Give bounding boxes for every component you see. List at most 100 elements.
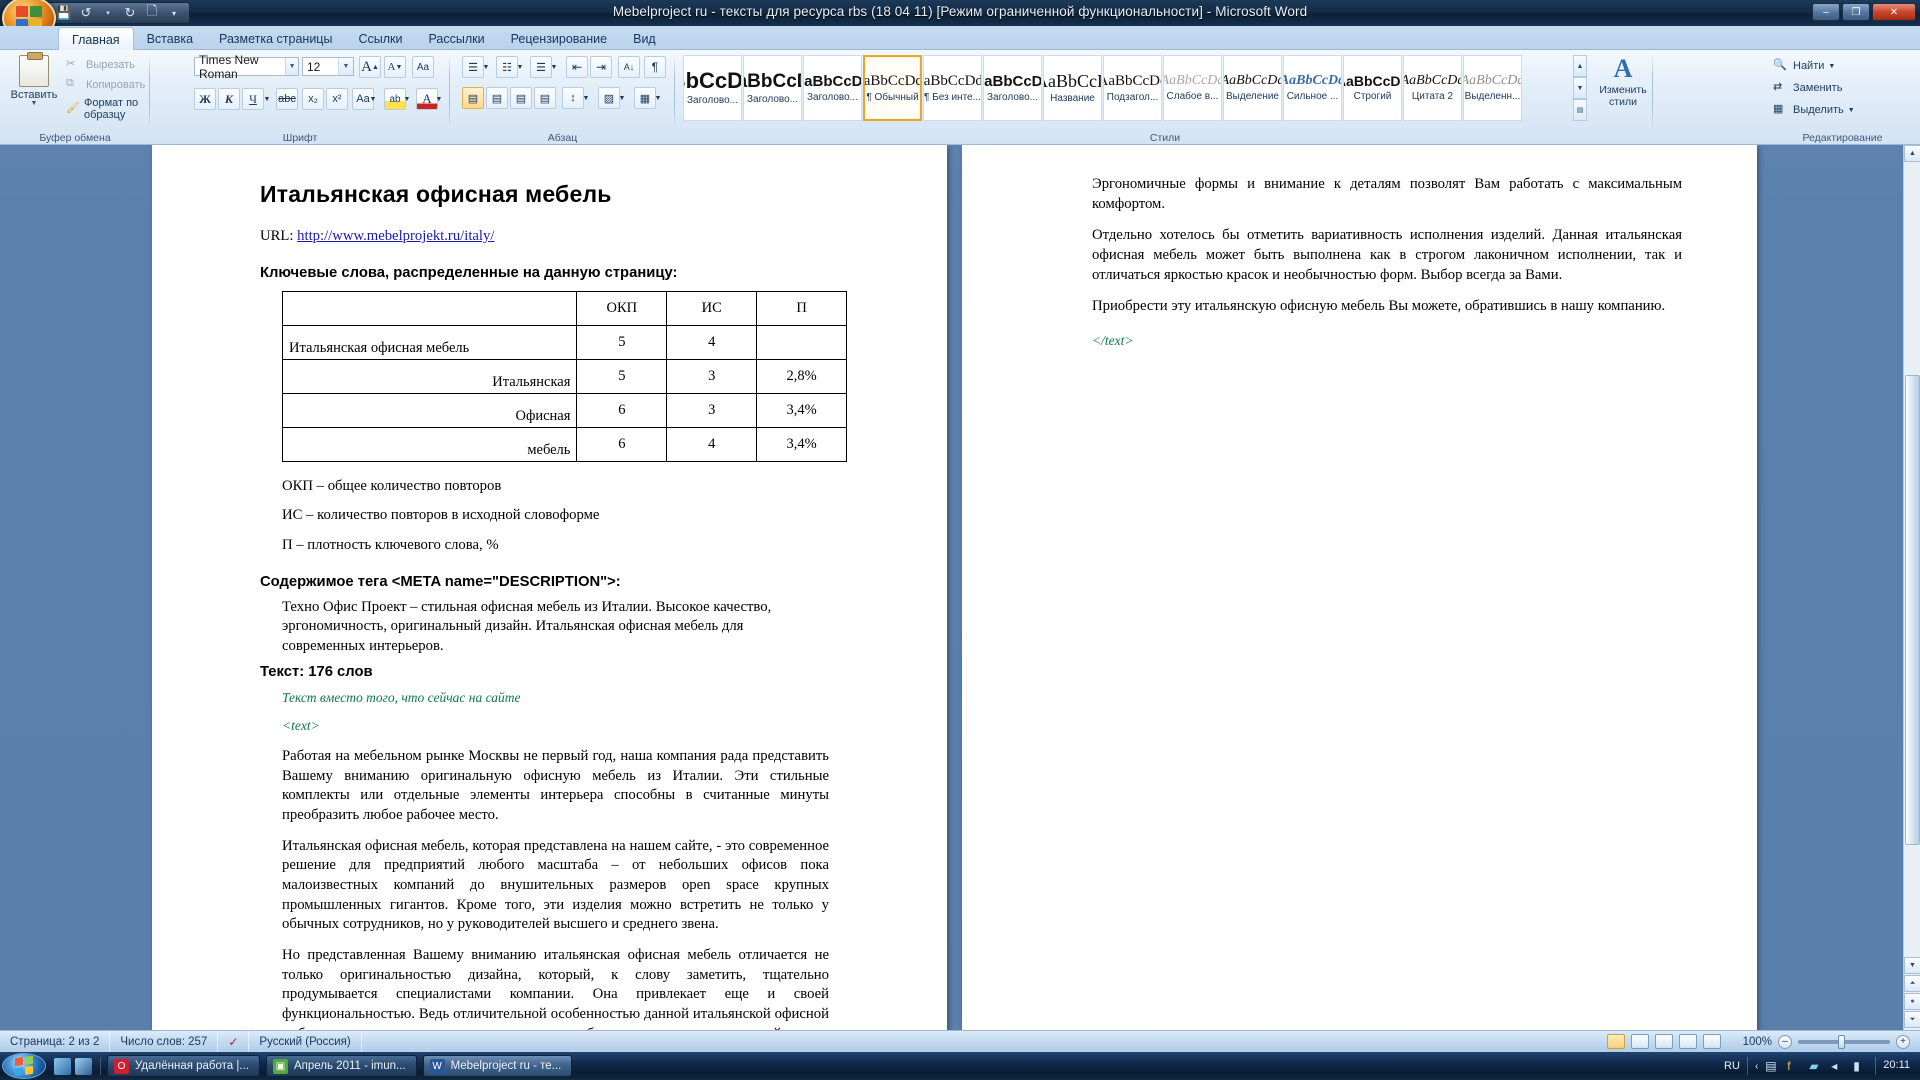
numbering-dropdown-icon[interactable]: ▼ — [515, 56, 525, 78]
italic-button[interactable]: К — [218, 88, 240, 110]
style-item-13[interactable]: AaBbCcDd Выделенн... — [1463, 55, 1522, 121]
close-button[interactable]: ✕ — [1872, 3, 1916, 21]
document-page-2[interactable]: Эргономичные формы и внимание к деталям … — [962, 145, 1757, 1030]
line-spacing-dropdown-icon[interactable]: ▼ — [581, 87, 591, 109]
outline-view-button[interactable] — [1678, 1034, 1697, 1049]
style-item-12[interactable]: AaBbCcDd Цитата 2 — [1403, 55, 1462, 121]
ribbon-tab-6[interactable]: Вид — [620, 26, 669, 50]
sort-button[interactable]: A↓ — [618, 56, 640, 78]
style-item-10[interactable]: AaBbCcDd Сильное ... — [1283, 55, 1342, 121]
gallery-scroll-down-icon[interactable]: ▼ — [1573, 77, 1587, 99]
scroll-up-icon[interactable]: ▲ — [1904, 145, 1920, 162]
page-indicator[interactable]: Страница: 2 из 2 — [0, 1030, 111, 1053]
underline-dropdown-icon[interactable]: ▼ — [262, 88, 272, 110]
change-case-dropdown-icon[interactable]: ▼ — [368, 88, 378, 110]
previous-page-icon[interactable]: ⏶ — [1904, 975, 1920, 992]
word-count[interactable]: Число слов: 257 — [110, 1030, 219, 1053]
ribbon-tab-5[interactable]: Рецензирование — [498, 26, 621, 50]
style-item-1[interactable]: AaBbCcDdЗаголово... — [743, 55, 802, 121]
style-item-9[interactable]: AaBbCcDd Выделение — [1223, 55, 1282, 121]
zoom-level-label[interactable]: 100% — [1743, 1036, 1772, 1048]
next-page-icon[interactable]: ⏷ — [1904, 1011, 1920, 1028]
align-center-button[interactable]: ▤ — [486, 87, 508, 109]
proofing-status[interactable]: ✓ — [218, 1030, 250, 1053]
paste-button[interactable]: Вставить ▼ — [8, 52, 60, 120]
increase-indent-button[interactable]: ⇥ — [590, 56, 612, 78]
switch-window-icon[interactable] — [75, 1057, 92, 1075]
replace-button[interactable]: ⇄ Заменить — [1773, 80, 1842, 96]
status-right-tools[interactable]: 100% – + — [1606, 1034, 1920, 1049]
battery-icon[interactable]: ▮ — [1853, 1059, 1868, 1074]
flash-icon[interactable]: f — [1787, 1059, 1802, 1074]
document-canvas[interactable]: Итальянская офисная мебель URL: http://w… — [0, 145, 1920, 1030]
clock[interactable]: 20:11 — [1883, 1060, 1910, 1072]
bold-button[interactable]: Ж — [194, 88, 216, 110]
align-left-button[interactable]: ▤ — [462, 87, 484, 109]
strikethrough-button[interactable]: abc — [276, 88, 298, 110]
shading-dropdown-icon[interactable]: ▼ — [617, 87, 627, 109]
font-color-dropdown-icon[interactable]: ▼ — [434, 88, 444, 110]
quick-launch-bar[interactable] — [54, 1057, 101, 1075]
zoom-in-button[interactable]: + — [1896, 1034, 1910, 1049]
superscript-button[interactable]: x² — [326, 88, 348, 110]
align-justify-button[interactable]: ▤ — [534, 87, 556, 109]
multilevel-dropdown-icon[interactable]: ▼ — [549, 56, 559, 78]
underline-button[interactable]: Ч — [242, 88, 264, 110]
style-item-6[interactable]: AaBbCcD Название — [1043, 55, 1102, 121]
find-button[interactable]: 🔍 Найти ▼ — [1773, 58, 1835, 74]
web-layout-view-button[interactable] — [1654, 1034, 1673, 1049]
ribbon-tab-1[interactable]: Вставка — [134, 26, 206, 50]
show-desktop-icon[interactable] — [54, 1057, 71, 1075]
highlight-dropdown-icon[interactable]: ▼ — [402, 88, 412, 110]
bullets-dropdown-icon[interactable]: ▼ — [481, 56, 491, 78]
taskbar-task-0[interactable]: O Удалённая работа |... — [107, 1055, 260, 1077]
print-layout-view-button[interactable] — [1606, 1034, 1625, 1049]
taskbar-tasks[interactable]: O Удалённая работа |... ▣ Апрель 2011 - imu… — [101, 1055, 573, 1077]
gallery-more-icon[interactable]: ▤ — [1573, 99, 1587, 121]
ribbon-tabs[interactable]: Главная Вставка Разметка страницы Ссылки Рас… — [58, 26, 669, 50]
select-button[interactable]: ▦ Выделить ▼ — [1773, 102, 1855, 118]
minimize-button[interactable]: – — [1812, 3, 1840, 21]
show-hidden-icons-icon[interactable]: ‹ — [1755, 1061, 1758, 1072]
style-item-8[interactable]: AaBbCcDd Слабое в... — [1163, 55, 1222, 121]
align-right-button[interactable]: ▤ — [510, 87, 532, 109]
zoom-slider-knob[interactable] — [1838, 1034, 1845, 1049]
styles-gallery[interactable]: AaBbCcDdEeЗаголово...AaBbCcDdЗаголово...… — [683, 55, 1522, 121]
browse-object-icon[interactable]: ● — [1904, 993, 1920, 1010]
ribbon-tab-3[interactable]: Ссылки — [345, 26, 415, 50]
copy-button[interactable]: ⧉ Копировать — [66, 77, 145, 93]
font-size-combo[interactable]: 12 ▼ — [302, 57, 354, 76]
network-icon[interactable]: ▤ — [1765, 1059, 1780, 1074]
style-item-7[interactable]: AaBbCcDd Подзагол... — [1103, 55, 1162, 121]
find-dropdown-icon[interactable]: ▼ — [1828, 63, 1835, 70]
grow-font-button[interactable]: A ▲ — [359, 56, 381, 78]
format-painter-button[interactable]: 🖌 Формат по образцу — [66, 97, 150, 121]
clear-formatting-button[interactable]: Aa — [412, 56, 434, 78]
subscript-button[interactable]: x₂ — [302, 88, 324, 110]
start-button[interactable] — [2, 1053, 46, 1079]
zoom-out-button[interactable]: – — [1778, 1034, 1792, 1049]
scrollbar-thumb[interactable] — [1905, 375, 1920, 845]
maximize-button[interactable]: ❐ — [1842, 3, 1870, 21]
style-item-5[interactable]: AaBbCcDdЗаголово... — [983, 55, 1042, 121]
chevron-down-icon[interactable]: ▼ — [338, 58, 353, 75]
change-styles-button[interactable]: A Изменить стили — [1595, 54, 1651, 120]
full-screen-reading-button[interactable] — [1630, 1034, 1649, 1049]
paste-dropdown-icon[interactable]: ▼ — [31, 100, 38, 107]
shield-icon[interactable]: ▰ — [1809, 1059, 1824, 1074]
system-tray[interactable]: RU ‹ ▤ f ▰ ◂ ▮ 20:11 — [1724, 1057, 1920, 1075]
window-controls[interactable]: – ❐ ✕ — [1812, 3, 1916, 21]
ribbon-tab-2[interactable]: Разметка страницы — [206, 26, 345, 50]
scroll-down-icon[interactable]: ▼ — [1904, 957, 1920, 974]
style-item-3[interactable]: AaBbCcDdE ¶ Обычный — [863, 55, 922, 121]
style-item-2[interactable]: AaBbCcDdЗаголово... — [803, 55, 862, 121]
language-bar[interactable]: RU — [1724, 1060, 1740, 1072]
language-indicator[interactable]: Русский (Россия) — [249, 1030, 362, 1053]
volume-icon[interactable]: ◂ — [1831, 1059, 1846, 1074]
ribbon-tab-4[interactable]: Рассылки — [415, 26, 497, 50]
style-item-4[interactable]: AaBbCcDdE ¶ Без инте... — [923, 55, 982, 121]
draft-view-button[interactable] — [1702, 1034, 1721, 1049]
show-formatting-marks-button[interactable]: ¶ — [644, 56, 666, 78]
borders-dropdown-icon[interactable]: ▼ — [653, 87, 663, 109]
cut-button[interactable]: ✂ Вырезать — [66, 57, 135, 73]
